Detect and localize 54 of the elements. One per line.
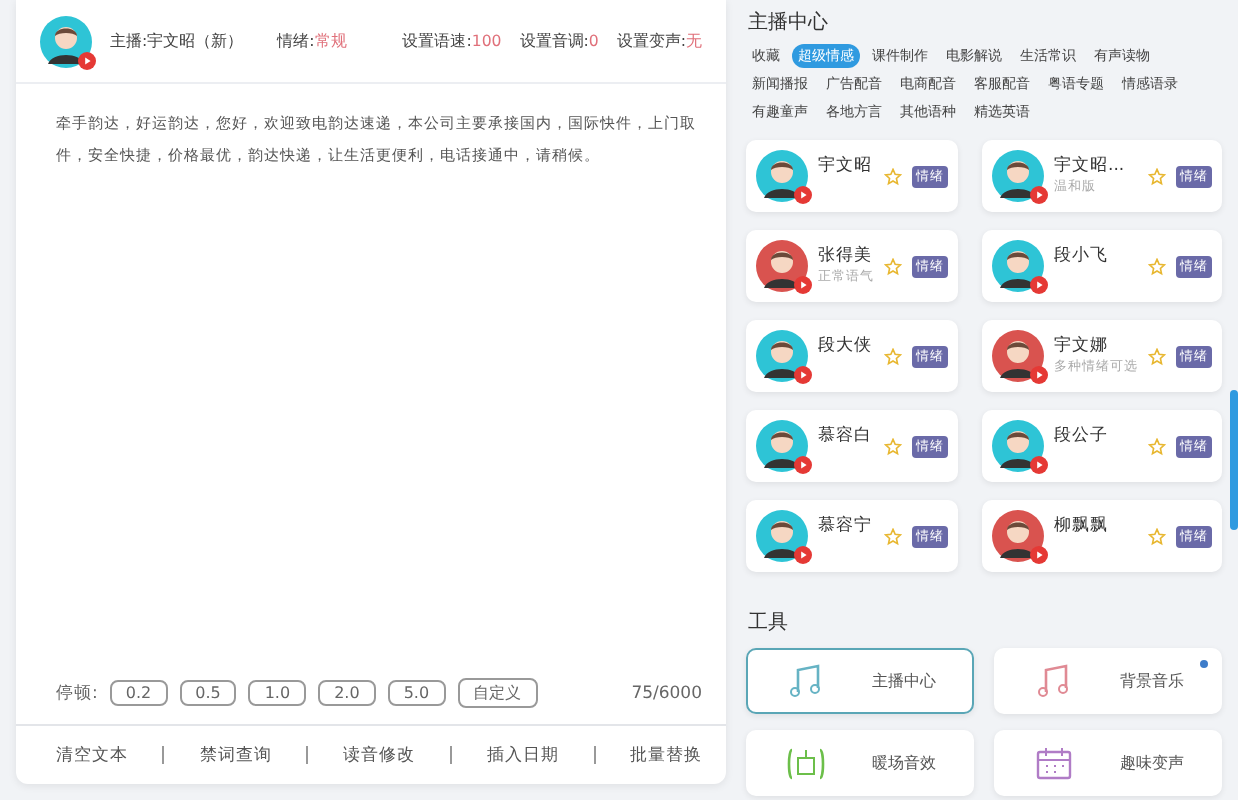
anchor-name: 宇文昭 (818, 154, 874, 178)
pause-button[interactable]: 0.2 (109, 680, 168, 706)
star-icon[interactable] (884, 527, 902, 545)
action-link[interactable]: 插入日期 (486, 743, 559, 767)
tool-button[interactable]: 背景音乐 (994, 648, 1222, 714)
anchor-name: 宇文昭... (1054, 154, 1127, 178)
star-icon[interactable] (1148, 257, 1166, 275)
avatar (40, 15, 92, 67)
anchor-name: 慕容白 (818, 424, 874, 448)
sound-effect-icon (784, 743, 828, 783)
tool-button[interactable]: 趣味变声 (994, 730, 1222, 796)
star-icon[interactable] (884, 347, 902, 365)
star-icon[interactable] (1148, 347, 1166, 365)
pause-button[interactable]: 2.0 (318, 680, 376, 706)
calendar-icon (1032, 743, 1076, 783)
anchor-name: 柳飘飘 (1054, 514, 1110, 538)
action-link[interactable]: 清空文本 (56, 743, 128, 767)
play-icon[interactable] (1030, 276, 1048, 294)
star-icon[interactable] (1148, 167, 1166, 185)
tool-button[interactable]: 主播中心 (746, 648, 974, 714)
character-counter: 75/6000 (631, 683, 702, 703)
star-icon[interactable] (884, 437, 902, 455)
star-icon[interactable] (1148, 437, 1166, 455)
play-icon[interactable] (1030, 546, 1048, 564)
action-link[interactable]: 读音修改 (343, 743, 415, 767)
star-icon[interactable] (1148, 527, 1166, 545)
scrollbar[interactable] (1230, 390, 1238, 530)
pause-button[interactable]: 1.0 (248, 680, 307, 706)
section-title: 工具 (748, 610, 790, 636)
pause-button[interactable]: 自定义 (457, 678, 538, 708)
play-icon[interactable] (794, 366, 812, 384)
play-icon[interactable] (794, 456, 812, 474)
pause-button[interactable]: 5.0 (387, 680, 446, 706)
star-icon[interactable] (884, 257, 902, 275)
play-icon[interactable] (1030, 366, 1048, 384)
star-icon[interactable] (884, 167, 902, 185)
anchor-name: 宇文娜 (1054, 334, 1110, 358)
tool-button[interactable]: 暖场音效 (746, 730, 974, 796)
anchor-name: 慕容宁 (818, 514, 874, 538)
play-icon[interactable] (794, 276, 812, 294)
anchor-name: 段小飞 (1054, 244, 1110, 268)
play-icon[interactable] (1030, 456, 1048, 474)
play-icon[interactable] (794, 186, 812, 204)
action-link[interactable]: 批量替换 (630, 743, 702, 767)
play-icon[interactable] (1030, 186, 1048, 204)
play-icon[interactable] (78, 51, 96, 69)
pause-label: 停顿: (56, 681, 98, 705)
action-link[interactable]: 禁词查询 (199, 743, 272, 767)
anchor-name: 张得美 (818, 244, 874, 268)
play-icon[interactable] (794, 546, 812, 564)
anchor-name: 段大侠 (818, 334, 874, 358)
anchor-name: 段公子 (1054, 424, 1110, 448)
pause-button[interactable]: 0.5 (179, 680, 237, 706)
section-title: 主播中心 (748, 9, 830, 36)
